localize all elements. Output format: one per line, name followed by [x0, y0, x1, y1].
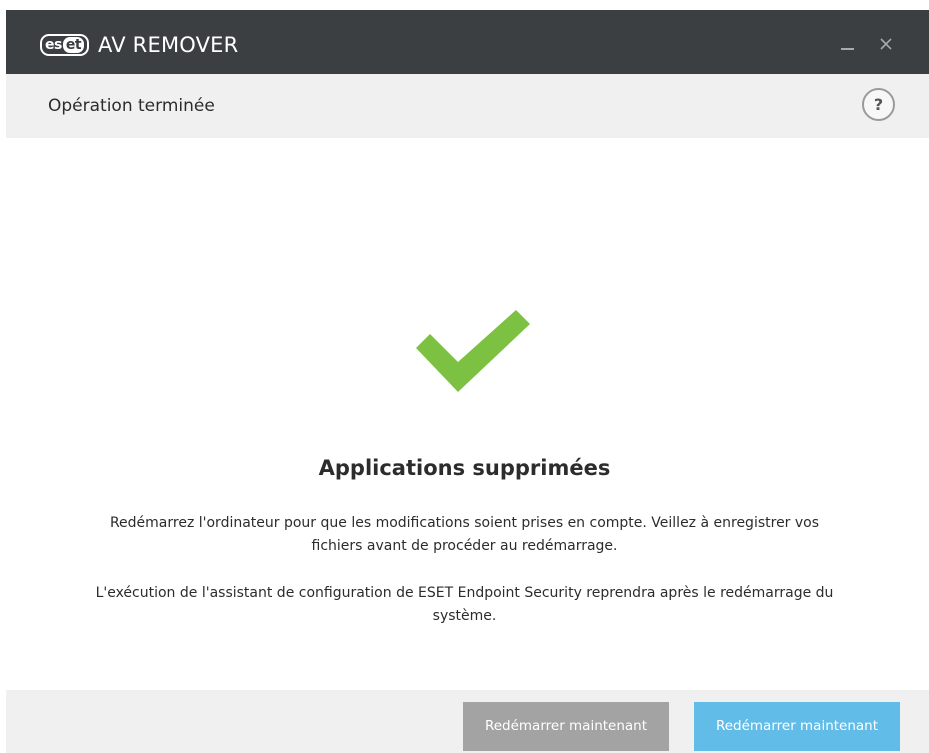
- page-header: Opération terminée ?: [6, 74, 929, 138]
- title-bar: es et AV REMOVER: [6, 10, 929, 74]
- page-title: Opération terminée: [48, 96, 215, 116]
- success-heading: Applications supprimées: [318, 456, 611, 480]
- setup-resume-note: L'exécution de l'assistant de configurat…: [0, 582, 929, 628]
- close-icon[interactable]: [874, 32, 898, 56]
- help-icon[interactable]: ?: [862, 88, 895, 121]
- setup-resume-note-line-2: système.: [432, 608, 497, 624]
- restart-instructions-line-2: fichiers avant de procéder au redémarrag…: [311, 538, 618, 554]
- restart-now-secondary-button[interactable]: Redémarrer maintenant: [463, 702, 669, 751]
- setup-resume-note-line-1: L'exécution de l'assistant de configurat…: [95, 585, 834, 601]
- restart-instructions-line-1: Redémarrez l'ordinateur pour que les mod…: [109, 515, 820, 531]
- eset-logo: es et AV REMOVER: [40, 33, 239, 57]
- eset-av-remover-window: es et AV REMOVER Opération terminée ? App…: [0, 0, 929, 753]
- minimize-icon[interactable]: [836, 32, 860, 56]
- checkmark-icon: [416, 310, 530, 392]
- app-name: AV REMOVER: [98, 33, 239, 57]
- footer-bar: Redémarrer maintenant Redémarrer mainten…: [6, 690, 929, 753]
- restart-instructions: Redémarrez l'ordinateur pour que les mod…: [0, 512, 929, 558]
- restart-now-primary-button[interactable]: Redémarrer maintenant: [694, 702, 900, 751]
- eset-logo-badge: es et: [40, 34, 90, 56]
